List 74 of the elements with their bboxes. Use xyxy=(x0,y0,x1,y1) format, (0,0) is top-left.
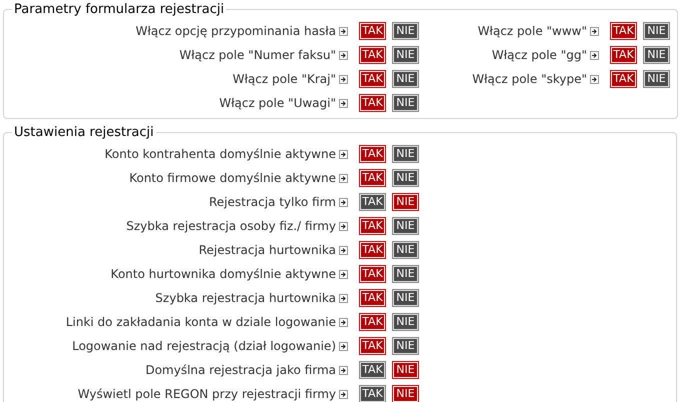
setting-label: Włącz pole "Uwagi" xyxy=(218,96,336,110)
setting-label: Konto firmowe domyślnie aktywne xyxy=(128,171,336,185)
setting-label: Rejestracja hurtownika xyxy=(198,243,336,257)
setting-label: Rejestracja tylko firm xyxy=(208,195,336,209)
toggle-button[interactable]: NIE xyxy=(392,361,419,379)
arrow-box-icon xyxy=(339,98,348,108)
toggle-button[interactable]: TAK xyxy=(359,361,386,379)
setting-label: Konto hurtownika domyślnie aktywne xyxy=(110,267,336,281)
toggle-button[interactable]: NIE xyxy=(392,289,419,307)
toggle-button[interactable]: TAK xyxy=(610,46,637,64)
setting-label: Konto kontrahenta domyślnie aktywne xyxy=(104,147,336,161)
setting-label: Włącz opcję przypominania hasła xyxy=(134,24,336,38)
toggle-button[interactable]: NIE xyxy=(392,337,419,355)
setting-label: Włącz pole "www" xyxy=(476,24,587,38)
toggle-button[interactable]: NIE xyxy=(392,265,419,283)
arrow-box-icon xyxy=(590,74,599,84)
setting-label: Włącz pole "gg" xyxy=(490,48,587,62)
arrow-box-icon xyxy=(339,26,348,36)
toggle-button[interactable]: NIE xyxy=(392,145,419,163)
toggle-button[interactable]: NIE xyxy=(643,46,670,64)
arrow-box-icon xyxy=(339,294,348,302)
arrow-box-icon xyxy=(590,26,599,36)
toggle-button[interactable]: NIE xyxy=(392,241,419,259)
toggle-button[interactable]: TAK xyxy=(359,46,386,64)
setting-label: Wyświetl pole REGON przy rejestracji firmy xyxy=(76,387,336,401)
toggle-button[interactable]: TAK xyxy=(359,70,386,88)
toggle-button[interactable]: TAK xyxy=(610,70,637,88)
toggle-button[interactable]: TAK xyxy=(359,169,386,187)
arrow-box-icon xyxy=(339,174,348,182)
setting-label: Szybka rejestracja osoby fiz./ firmy xyxy=(125,219,336,233)
arrow-box-icon xyxy=(339,74,348,84)
toggle-button[interactable]: TAK xyxy=(359,94,386,112)
setting-label: Logowanie nad rejestracją (dział logowanie) xyxy=(71,339,336,353)
arrow-box-icon xyxy=(339,222,348,230)
toggle-button[interactable]: TAK xyxy=(359,289,386,307)
toggle-button[interactable]: NIE xyxy=(392,94,419,112)
arrow-box-icon xyxy=(339,150,348,158)
arrow-box-icon xyxy=(339,342,348,350)
toggle-button[interactable]: TAK xyxy=(610,22,637,40)
setting-label: Włącz pole "Numer faksu" xyxy=(178,48,336,62)
toggle-button[interactable]: TAK xyxy=(359,193,386,211)
arrow-box-icon xyxy=(339,198,348,206)
setting-label: Linki do zakładania konta w dziale logowanie xyxy=(64,315,336,329)
arrow-box-icon xyxy=(339,366,348,374)
toggle-button[interactable]: TAK xyxy=(359,313,386,331)
toggle-button[interactable]: NIE xyxy=(392,169,419,187)
toggle-button[interactable]: NIE xyxy=(392,385,419,402)
arrow-box-icon xyxy=(339,318,348,326)
toggle-button[interactable]: TAK xyxy=(359,217,386,235)
arrow-box-icon xyxy=(339,50,348,60)
toggle-button[interactable]: TAK xyxy=(359,22,386,40)
toggle-button[interactable]: NIE xyxy=(643,22,670,40)
toggle-button[interactable]: NIE xyxy=(392,22,419,40)
toggle-button[interactable]: NIE xyxy=(392,217,419,235)
arrow-box-icon xyxy=(590,50,599,60)
toggle-button[interactable]: NIE xyxy=(392,313,419,331)
section-title: Ustawienia rejestracji xyxy=(13,125,155,140)
arrow-box-icon xyxy=(339,246,348,254)
arrow-box-icon xyxy=(339,270,348,278)
toggle-button[interactable]: NIE xyxy=(392,46,419,64)
toggle-button[interactable]: TAK xyxy=(359,241,386,259)
toggle-button[interactable]: NIE xyxy=(392,193,419,211)
section-title: Parametry formularza rejestracji xyxy=(13,2,226,17)
arrow-box-icon xyxy=(339,390,348,398)
toggle-button[interactable]: NIE xyxy=(643,70,670,88)
setting-label: Domyślna rejestracja jako firma xyxy=(144,363,336,377)
setting-label: Szybka rejestracja hurtownika xyxy=(154,291,336,305)
toggle-button[interactable]: TAK xyxy=(359,337,386,355)
setting-label: Włącz pole "skype" xyxy=(471,72,587,86)
toggle-button[interactable]: NIE xyxy=(392,70,419,88)
toggle-button[interactable]: TAK xyxy=(359,145,386,163)
setting-label: Włącz pole "Kraj" xyxy=(232,72,336,86)
toggle-button[interactable]: TAK xyxy=(359,385,386,402)
toggle-button[interactable]: TAK xyxy=(359,265,386,283)
